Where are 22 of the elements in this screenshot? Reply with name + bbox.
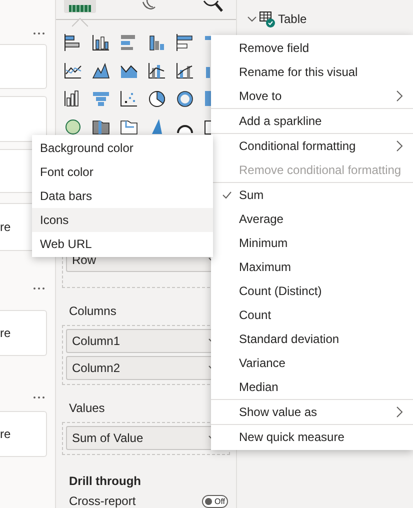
menu-item[interactable]: Average [211,207,413,231]
menu-item[interactable]: Remove field [211,36,413,60]
section-label: Values [68,400,106,417]
menu-item[interactable]: New quick measure [211,424,413,449]
menu-item[interactable]: Web URL [32,232,213,256]
table-name[interactable]: Table [278,10,307,28]
menu-item[interactable]: Rename for this visual [211,60,413,84]
menu-item[interactable]: Font color [32,160,213,184]
menu-item[interactable]: Count [211,303,413,327]
card-label: re [0,325,11,342]
section-label: Columns [68,303,118,320]
menu-item[interactable]: Icons [32,208,213,232]
menu-item[interactable]: Count (Distinct) [211,279,413,303]
menu-item[interactable]: Show value as [211,399,413,424]
menu-item[interactable]: Move to [211,84,413,108]
menu-item[interactable]: Add a sparkline [211,108,413,133]
card-label: re [0,426,11,443]
section-heading: Drill through [68,473,142,490]
menu-item[interactable]: Data bars [32,184,213,208]
toggle-switch[interactable]: Off [202,495,228,508]
toggle-label: Cross-report [69,495,136,508]
card-label: re [0,219,11,236]
